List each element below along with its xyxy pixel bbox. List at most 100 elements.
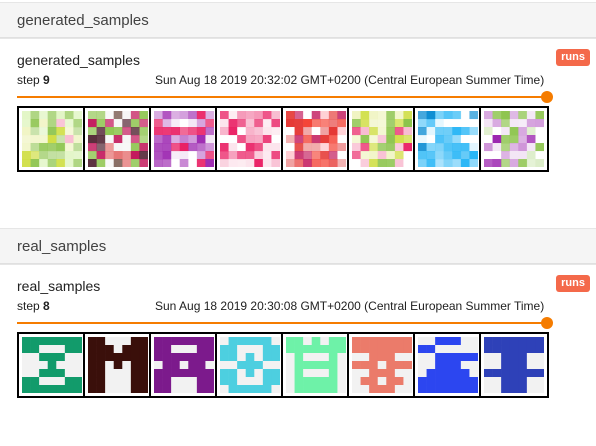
pixel-cell (205, 151, 214, 160)
sample-image-6[interactable] (349, 334, 415, 396)
runs-badge: runs (556, 49, 590, 66)
pixel-cell (452, 345, 462, 354)
step-slider-track[interactable] (17, 322, 547, 324)
pixel-cell (122, 135, 132, 144)
pixel-cell (154, 135, 163, 144)
pixel-cell (196, 385, 206, 393)
pixel-cell (30, 111, 40, 120)
pixel-cell (286, 345, 295, 354)
pixel-cell (56, 369, 66, 378)
pixel-cell (56, 151, 66, 160)
pixel-cell (501, 159, 511, 167)
pixel-cell (492, 159, 502, 167)
pixel-cell (64, 369, 74, 378)
pixel-cell (271, 135, 280, 144)
sample-image-6[interactable] (349, 108, 415, 170)
pixel-cell (418, 377, 427, 386)
sample-image-graphic (286, 111, 346, 167)
sample-image-4[interactable] (217, 108, 283, 170)
pixel-cell (526, 135, 536, 144)
pixel-cell (205, 369, 214, 378)
pixel-cell (328, 111, 338, 120)
pixel-cell (484, 151, 493, 160)
pixel-cell (162, 385, 172, 393)
pixel-cell (337, 353, 346, 362)
pixel-cell (64, 377, 74, 386)
pixel-cell (492, 135, 502, 144)
pixel-cell (220, 127, 229, 136)
sample-image-8[interactable] (481, 334, 547, 396)
sample-image-3[interactable] (151, 334, 217, 396)
sample-image-2[interactable] (85, 108, 151, 170)
pixel-cell (426, 353, 436, 362)
pixel-cell (205, 135, 214, 144)
step-slider-thumb[interactable] (541, 317, 553, 329)
pixel-cell (47, 377, 57, 386)
section-header-real-samples[interactable]: real_samples (0, 228, 596, 264)
pixel-cell (171, 111, 181, 120)
pixel-cell (96, 361, 106, 370)
pixel-cell (139, 151, 148, 160)
pixel-cell (245, 361, 255, 370)
pixel-cell (435, 353, 445, 362)
pixel-cell (435, 135, 445, 144)
pixel-cell (188, 377, 198, 386)
pixel-cell (369, 337, 379, 346)
pixel-cell (205, 353, 214, 362)
section-title: generated_samples (17, 12, 149, 29)
pixel-cell (22, 377, 31, 386)
pixel-cell (320, 385, 330, 393)
pixel-cell (188, 143, 198, 152)
sample-image-graphic (286, 337, 346, 393)
pixel-cell (271, 361, 280, 370)
pixel-cell (286, 353, 295, 362)
pixel-cell (122, 345, 132, 354)
sample-image-graphic (220, 337, 280, 393)
pixel-cell (122, 127, 132, 136)
pixel-cell (435, 159, 445, 167)
sample-image-4[interactable] (217, 334, 283, 396)
section-header-generated-samples[interactable]: generated_samples (0, 2, 596, 38)
pixel-cell (386, 143, 396, 152)
pixel-cell (139, 353, 148, 362)
sample-image-graphic (418, 337, 478, 393)
pixel-cell (64, 345, 74, 354)
sample-image-5[interactable] (283, 108, 349, 170)
pixel-cell (286, 111, 295, 120)
sample-image-1[interactable] (19, 334, 85, 396)
pixel-cell (303, 353, 313, 362)
sample-image-7[interactable] (415, 334, 481, 396)
pixel-cell (254, 111, 264, 120)
sample-image-graphic (352, 111, 412, 167)
timestamp: Sun Aug 18 2019 20:32:02 GMT+0200 (Centr… (155, 73, 545, 87)
pixel-cell (443, 369, 453, 378)
pixel-cell (188, 345, 198, 354)
sample-image-3[interactable] (151, 108, 217, 170)
sample-image-1[interactable] (19, 108, 85, 170)
pixel-cell (426, 337, 436, 346)
sample-image-5[interactable] (283, 334, 349, 396)
pixel-cell (352, 143, 361, 152)
sample-image-graphic (484, 111, 544, 167)
step-slider-thumb[interactable] (541, 91, 553, 103)
pixel-cell (303, 143, 313, 152)
pixel-cell (254, 361, 264, 370)
sample-image-8[interactable] (481, 108, 547, 170)
pixel-cell (30, 143, 40, 152)
pixel-cell (509, 159, 519, 167)
pixel-cell (162, 337, 172, 346)
sample-image-2[interactable] (85, 334, 151, 396)
pixel-cell (271, 127, 280, 136)
step-slider-track[interactable] (17, 96, 547, 98)
sample-image-7[interactable] (415, 108, 481, 170)
pixel-cell (311, 127, 321, 136)
pixel-cell (320, 361, 330, 370)
pixel-cell (130, 159, 140, 167)
pixel-cell (294, 135, 304, 144)
pixel-cell (443, 337, 453, 346)
pixel-cell (171, 361, 181, 370)
pixel-cell (47, 159, 57, 167)
pixel-cell (188, 353, 198, 362)
pixel-cell (56, 361, 66, 370)
pixel-cell (369, 385, 379, 393)
